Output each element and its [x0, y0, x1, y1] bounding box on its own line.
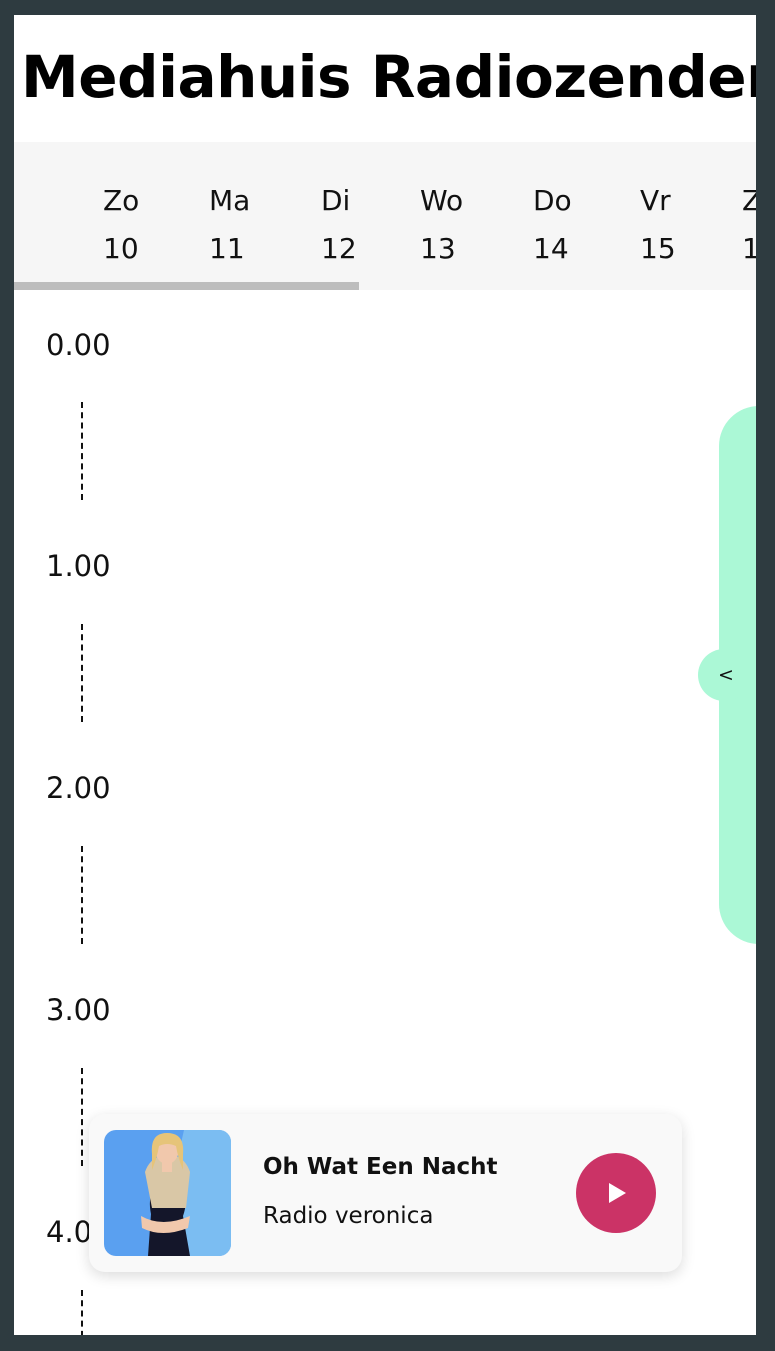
play-icon	[609, 1183, 626, 1203]
day-number: 13	[420, 232, 456, 265]
day-name: Zo	[103, 184, 140, 217]
page-title: Mediahuis Radiozenders	[21, 43, 756, 111]
hour-label: 0.00	[46, 328, 111, 362]
day-number: 14	[533, 232, 569, 265]
hour-divider	[81, 624, 83, 722]
day-tab-zo[interactable]: Zo 10	[103, 177, 139, 273]
day-name: Do	[533, 184, 572, 217]
day-scroll-indicator	[14, 282, 359, 290]
day-tab-vr[interactable]: Vr 15	[640, 177, 676, 273]
hour-divider	[81, 846, 83, 944]
day-number: 16	[742, 232, 756, 265]
day-name: Vr	[640, 184, 671, 217]
hour-label: 2.00	[46, 771, 111, 805]
day-tab-ma[interactable]: Ma 11	[209, 177, 250, 273]
play-button[interactable]	[576, 1153, 656, 1233]
day-number: 11	[209, 232, 245, 265]
hour-divider	[81, 402, 83, 500]
day-number: 10	[103, 232, 139, 265]
hour-divider	[81, 1068, 83, 1166]
station-name: Radio veronica	[263, 1203, 434, 1229]
panel-toggle-button[interactable]: <	[698, 649, 750, 701]
day-name: Wo	[420, 184, 464, 217]
day-tab-za[interactable]: Za 16	[742, 177, 756, 273]
day-number: 15	[640, 232, 676, 265]
hour-label: 3.00	[46, 993, 111, 1027]
hour-divider	[81, 1290, 83, 1335]
day-name: Di	[321, 184, 351, 217]
day-name: Ma	[209, 184, 251, 217]
presenter-photo	[104, 1130, 231, 1256]
now-playing-bar[interactable]: Oh Wat Een Nacht Radio veronica	[89, 1114, 682, 1272]
page: Mediahuis Radiozenders Zo 10 Ma 11 Di 12…	[14, 15, 756, 1335]
track-title: Oh Wat Een Nacht	[263, 1154, 498, 1180]
day-tab-di[interactable]: Di 12	[321, 177, 357, 273]
day-name: Za	[742, 184, 756, 217]
hour-label: 1.00	[46, 549, 111, 583]
day-tab-wo[interactable]: Wo 13	[420, 177, 463, 273]
day-number: 12	[321, 232, 357, 265]
day-tab-do[interactable]: Do 14	[533, 177, 572, 273]
day-selector: Zo 10 Ma 11 Di 12 Wo 13 Do 14 Vr 15 Za 1…	[14, 142, 756, 290]
